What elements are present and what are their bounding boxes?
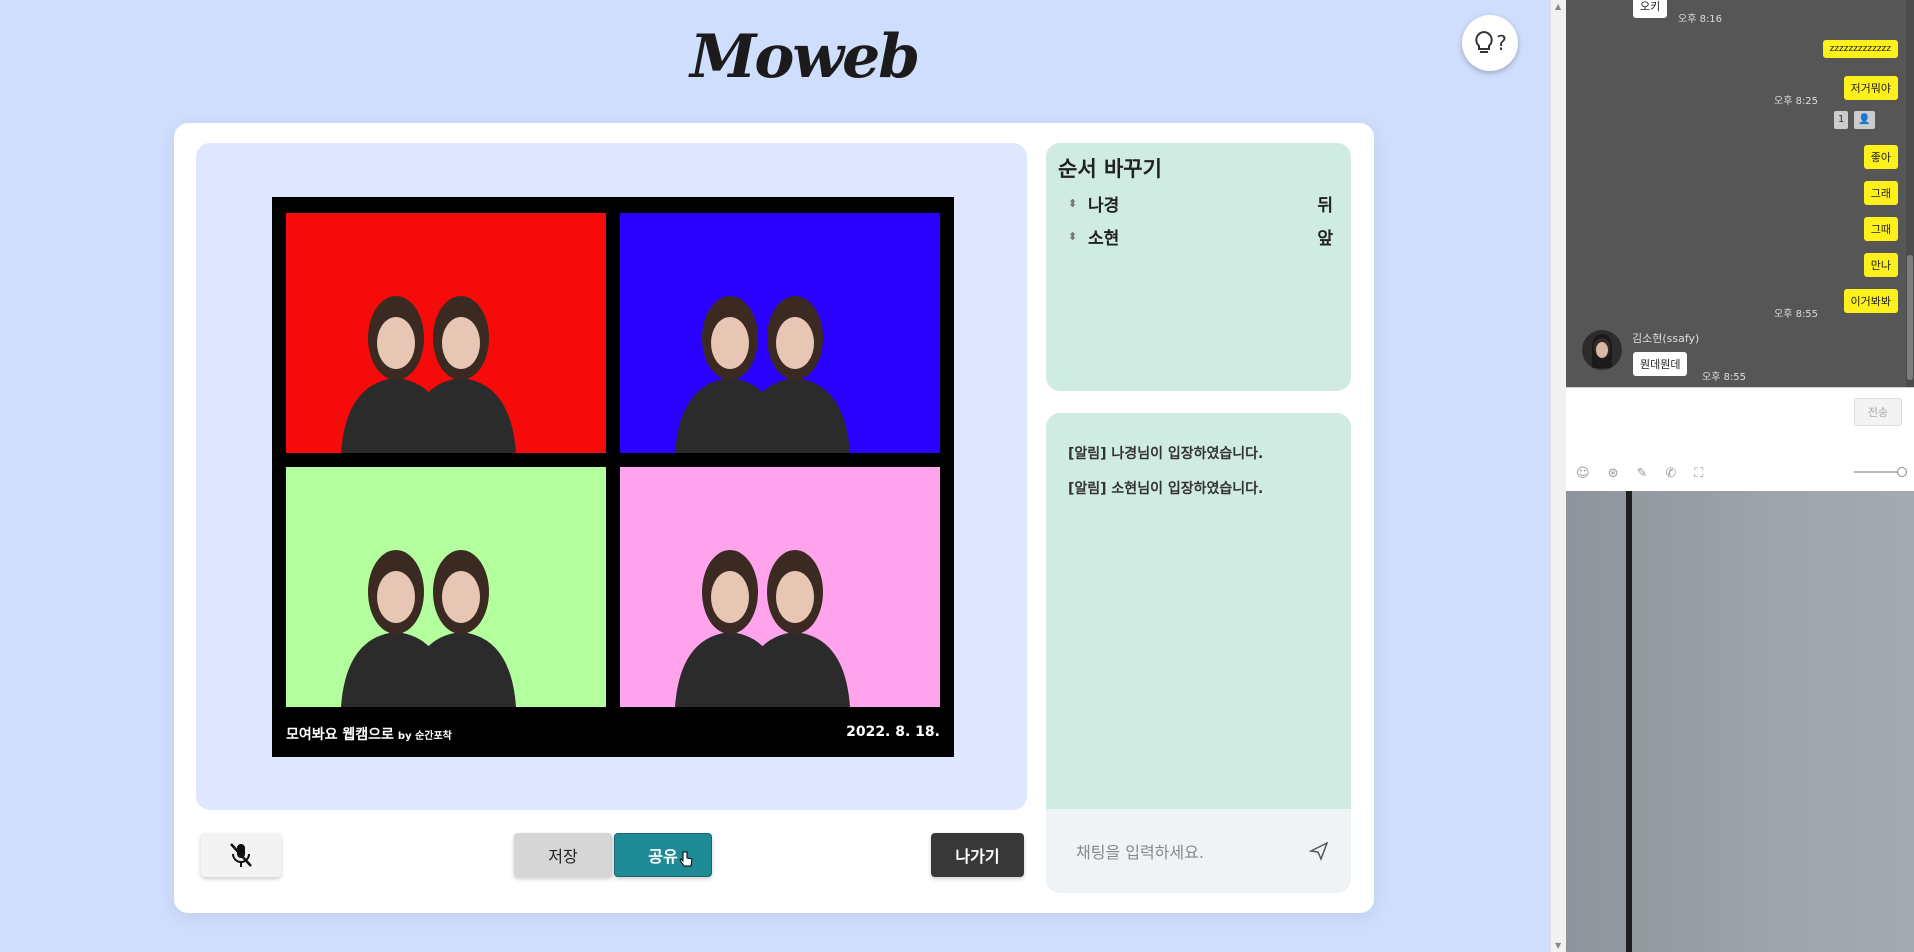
chat-input-placeholder[interactable]: 채팅을 입력하세요. [1076, 839, 1309, 863]
emoji-icon[interactable]: ☺ [1576, 466, 1590, 481]
opacity-slider[interactable] [1854, 467, 1907, 477]
kakao-bubble: 뭔데뭔데 [1633, 352, 1688, 376]
order-row[interactable]: ⬍ 나경 뒤 [1058, 187, 1339, 220]
chat-messages: [알림] 나경님이 입장하였습니다. [알림] 소현님이 입장하였습니다. [1046, 413, 1351, 543]
order-title: 순서 바꾸기 [1058, 157, 1162, 181]
scroll-up-icon[interactable]: ▲ [1555, 2, 1561, 11]
photo-image [620, 467, 940, 707]
logo: Moweb [690, 22, 920, 92]
kakao-time: 오후 8:55 [1774, 309, 1819, 320]
exit-button[interactable]: 나가기 [931, 833, 1024, 877]
photo-cell [620, 467, 940, 707]
help-label: ? [1496, 31, 1507, 55]
capture-icon[interactable]: ⛶ [1694, 466, 1703, 481]
photo-image [286, 213, 606, 453]
photo-cell [620, 213, 940, 453]
frame-title-text: 모여봐요 웹캠으로 [286, 727, 394, 743]
kakao-toolbar: ☺ ⊛ ✎ ✆ ⛶ [1576, 466, 1703, 481]
kakao-scrollbar[interactable] [1906, 0, 1914, 387]
attach-icon[interactable]: ✎ [1636, 466, 1647, 481]
mute-mic-button[interactable] [201, 833, 281, 877]
order-position: 앞 [1317, 229, 1333, 249]
desktop-background [1566, 491, 1914, 952]
kakao-bubble: 만나 [1863, 253, 1898, 277]
chat-input[interactable]: 채팅을 입력하세요. [1046, 809, 1351, 893]
moweb-app: Moweb ? 모여봐요 웹캠으로 by 순간포착 2022. 8. 18. 저장… [0, 0, 1550, 952]
order-panel: 순서 바꾸기 ⬍ 나경 뒤 ⬍ 소현 앞 [1046, 143, 1351, 391]
order-name: 소현 [1088, 229, 1120, 249]
photo-image [620, 213, 940, 453]
kakao-time: 오후 8:55 [1702, 372, 1747, 383]
kakao-messages: 오키 오후 8:16 zzzzzzzzzzzzz 저거뭐야 오후 8:25 1 … [1566, 0, 1914, 387]
photo-strip: 모여봐요 웹캠으로 by 순간포착 2022. 8. 18. [272, 197, 954, 757]
chat-panel: [알림] 나경님이 입장하였습니다. [알림] 소현님이 입장하였습니다. 채팅… [1046, 413, 1351, 893]
send-icon[interactable] [1309, 841, 1329, 861]
photo-image [286, 467, 606, 707]
frame-subtitle: by 순간포착 [397, 731, 452, 742]
chat-message: [알림] 소현님이 입장하였습니다. [1068, 481, 1264, 497]
page-scrollbar[interactable]: ▲ ▼ [1550, 0, 1566, 952]
kakao-time: 오후 8:25 [1774, 96, 1819, 107]
photo-cell [286, 467, 606, 707]
lightbulb-icon [1475, 30, 1493, 53]
avatar[interactable] [1582, 330, 1622, 370]
kakao-time: 오후 8:16 [1678, 14, 1723, 25]
phone-icon[interactable]: ✆ [1665, 466, 1676, 481]
scroll-down-icon[interactable]: ▼ [1555, 941, 1561, 950]
share-button[interactable]: 공유 [614, 833, 712, 877]
help-button[interactable]: ? [1462, 15, 1518, 71]
frame-title: 모여봐요 웹캠으로 by 순간포착 [286, 724, 452, 744]
read-count-badge: 1 [1834, 111, 1849, 129]
desktop-pole [1626, 491, 1632, 952]
kakao-bubble: 그래 [1863, 181, 1898, 205]
kakao-sender-name: 김소현(ssafy) [1632, 332, 1700, 345]
kakao-chat-window: 오키 오후 8:16 zzzzzzzzzzzzz 저거뭐야 오후 8:25 1 … [1566, 0, 1914, 952]
chat-message: [알림] 나경님이 입장하였습니다. [1068, 446, 1264, 462]
order-name: 나경 [1088, 196, 1120, 216]
sort-icon[interactable]: ⬍ [1058, 197, 1080, 210]
sort-icon[interactable]: ⬍ [1058, 230, 1080, 243]
kakao-bubble: 그때 [1863, 217, 1898, 241]
order-position: 뒤 [1317, 196, 1333, 216]
photo-cell [286, 213, 606, 453]
kakao-send-button[interactable]: 전송 [1854, 398, 1902, 426]
person-icon: 👤 [1854, 111, 1875, 129]
photo-panel: 모여봐요 웹캠으로 by 순간포착 2022. 8. 18. [196, 143, 1027, 810]
main-card: 모여봐요 웹캠으로 by 순간포착 2022. 8. 18. 저장 공유 나가기 … [174, 123, 1374, 913]
mic-off-icon [230, 843, 252, 867]
kakao-badges: 1 👤 [1834, 111, 1875, 129]
save-button[interactable]: 저장 [514, 833, 612, 877]
kakao-bubble: 좋아 [1863, 145, 1898, 169]
order-row[interactable]: ⬍ 소현 앞 [1058, 220, 1339, 253]
kakao-bubble: 오키 [1633, 0, 1668, 18]
kakao-input-area[interactable]: 전송 ☺ ⊛ ✎ ✆ ⛶ [1566, 387, 1914, 491]
hand-cursor-icon [679, 851, 693, 867]
frame-date: 2022. 8. 18. [846, 724, 940, 740]
sticker-icon[interactable]: ⊛ [1608, 466, 1619, 481]
kakao-bubble: zzzzzzzzzzzzz [1822, 40, 1898, 58]
kakao-bubble: 이거봐봐 [1843, 289, 1898, 313]
kakao-bubble: 저거뭐야 [1843, 76, 1898, 100]
